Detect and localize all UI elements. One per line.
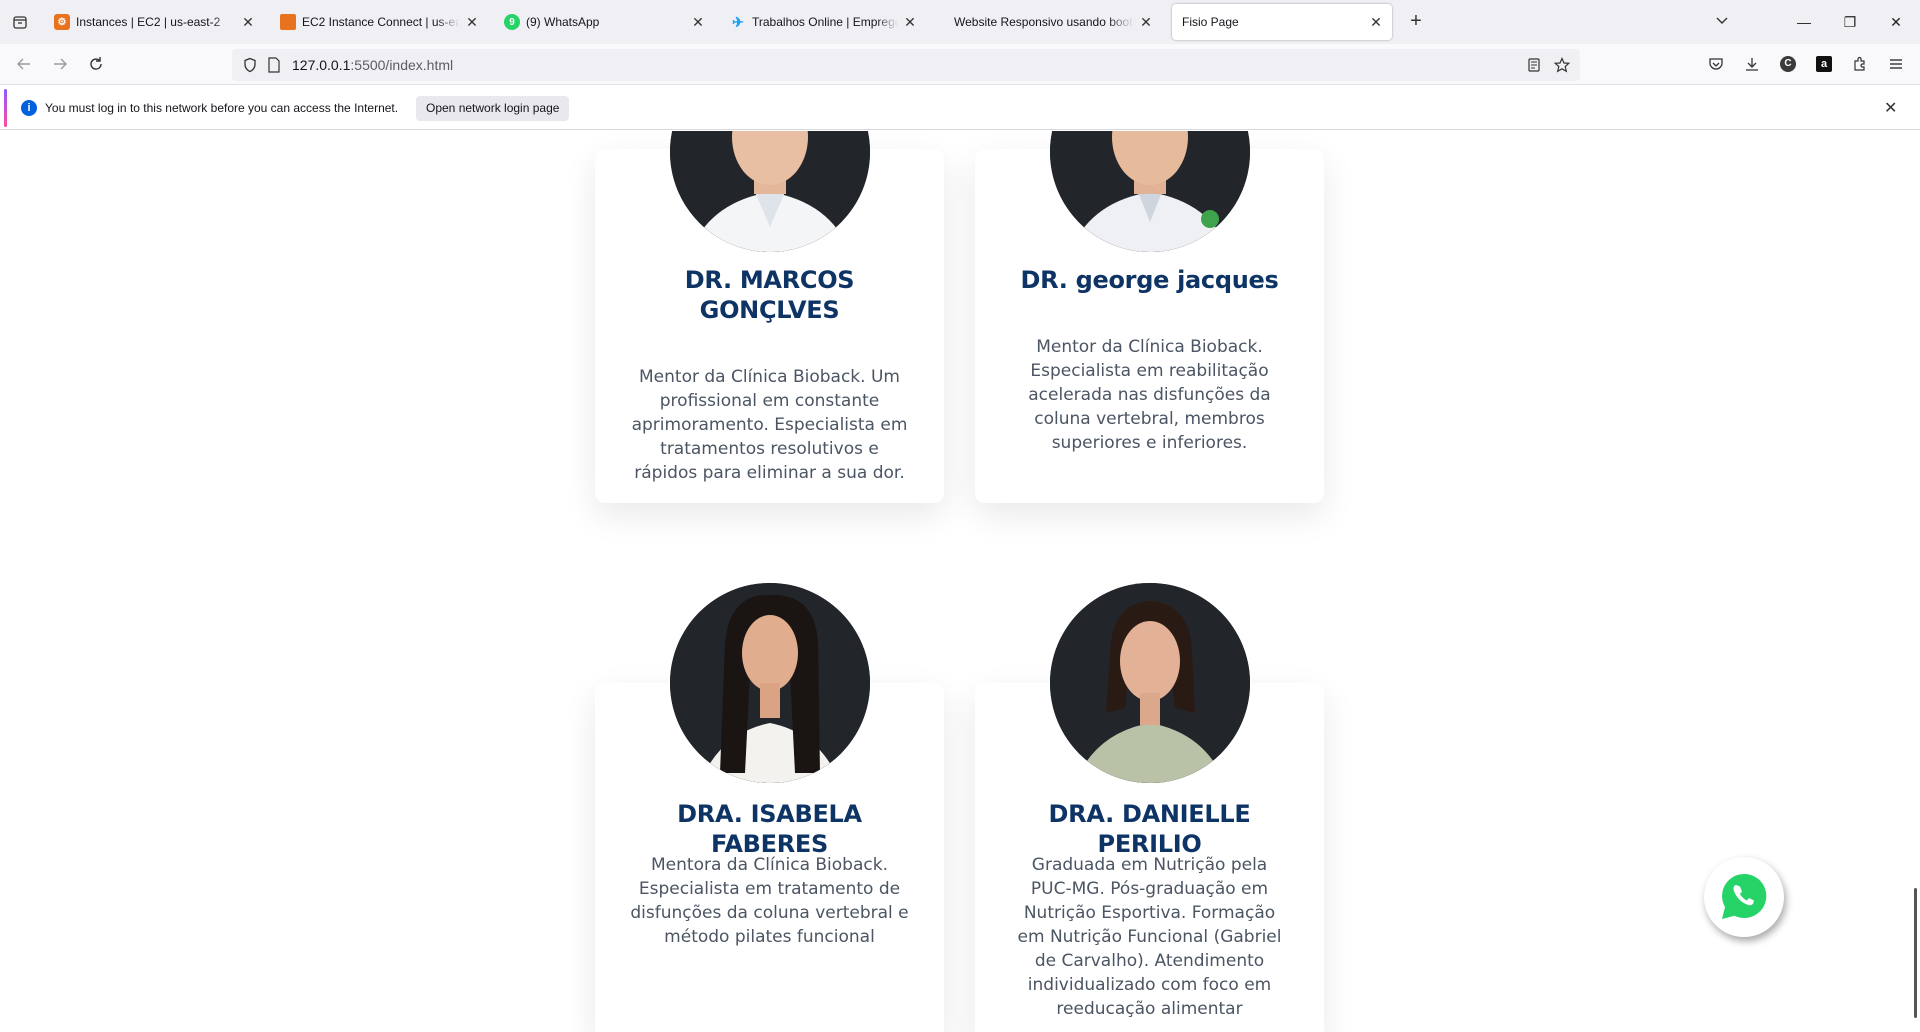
pocket-icon[interactable] [1704, 52, 1728, 76]
captive-portal-notification: i You must log in to this network before… [0, 86, 1920, 130]
tab-title: (9) WhatsApp [526, 15, 600, 29]
back-button[interactable] [12, 52, 36, 76]
tab-title: EC2 Instance Connect | us-east-2 [302, 15, 460, 29]
extensions-icon[interactable] [1848, 52, 1872, 76]
tab-website-responsivo[interactable]: Website Responsivo usando bootstrap ✕ [932, 4, 1162, 40]
notification-accent [4, 89, 7, 127]
doctor-name: DR. george jacques [1020, 266, 1279, 294]
doctor-description: Mentora da Clínica Bioback. Especialista… [630, 855, 909, 947]
tab-title: Website Responsivo usando bootstrap [954, 15, 1134, 29]
open-login-page-button[interactable]: Open network login page [416, 96, 570, 121]
close-notification-icon[interactable]: ✕ [1884, 98, 1897, 118]
new-tab-button[interactable]: + [1404, 10, 1428, 34]
restore-button[interactable]: ❐ [1838, 10, 1862, 34]
whatsapp-icon: 9 [504, 14, 520, 30]
shield-icon[interactable] [238, 53, 262, 77]
tab-title: Instances | EC2 | us-east-2 [76, 15, 221, 29]
doctor-description: Graduada em Nutrição pela PUC-MG. Pós-gr… [1017, 855, 1282, 1019]
close-tab-icon[interactable]: ✕ [1368, 14, 1384, 30]
close-tab-icon[interactable]: ✕ [690, 14, 706, 30]
minimize-button[interactable]: — [1792, 10, 1816, 34]
whatsapp-float-button[interactable] [1704, 857, 1784, 937]
aws-box-icon [280, 14, 296, 30]
whatsapp-icon [1722, 873, 1767, 919]
amazon-extension-icon[interactable]: a [1812, 52, 1836, 76]
reader-view-icon[interactable] [1522, 53, 1546, 77]
forward-button[interactable] [48, 52, 72, 76]
close-tab-icon[interactable]: ✕ [902, 14, 918, 30]
doctor-description: Mentor da Clínica Bioback. Um profission… [631, 367, 908, 483]
tab-ec2-connect[interactable]: EC2 Instance Connect | us-east-2 ✕ [270, 4, 488, 40]
downloads-icon[interactable] [1740, 52, 1764, 76]
page-viewport: DR. MARCOS GONÇLVES Mentor da Clínica Bi… [0, 131, 1920, 1032]
url-text: 127.0.0.1:5500/index.html [292, 57, 453, 73]
tab-title: Fisio Page [1182, 15, 1239, 29]
page-info-icon[interactable] [262, 53, 286, 77]
tab-fisio-page[interactable]: Fisio Page ✕ [1172, 4, 1392, 40]
close-tab-icon[interactable]: ✕ [464, 14, 480, 30]
url-host: 127.0.0.1 [292, 57, 351, 73]
tab-title: Trabalhos Online | Empregos de Freelance… [752, 15, 898, 29]
aws-icon: ⚙ [54, 14, 70, 30]
navigation-toolbar: 127.0.0.1:5500/index.html C a [0, 44, 1920, 85]
tab-ec2-instances[interactable]: ⚙ Instances | EC2 | us-east-2 ✕ [44, 4, 264, 40]
workana-icon: ✈ [732, 13, 744, 30]
tab-whatsapp[interactable]: 9 (9) WhatsApp ✕ [494, 4, 714, 40]
menu-icon[interactable] [1884, 52, 1908, 76]
close-tab-icon[interactable]: ✕ [1138, 14, 1154, 30]
address-bar[interactable]: 127.0.0.1:5500/index.html [232, 49, 1580, 81]
tab-list-chevron-icon[interactable] [1710, 10, 1734, 34]
tab-strip: ⚙ Instances | EC2 | us-east-2 ✕ EC2 Inst… [0, 0, 1920, 44]
doctor-name: DRA. ISABELA FABERES [677, 800, 862, 858]
close-tab-icon[interactable]: ✕ [240, 14, 256, 30]
doctor-photo [1050, 583, 1250, 783]
doctor-name: DRA. DANIELLE PERILIO [1048, 800, 1251, 858]
doctor-description: Mentor da Clínica Bioback. Especialista … [1028, 337, 1271, 453]
close-window-button[interactable]: ✕ [1884, 10, 1908, 34]
bookmark-star-icon[interactable] [1550, 53, 1574, 77]
doctor-name: DR. MARCOS GONÇLVES [684, 266, 855, 324]
scrollbar-thumb[interactable] [1914, 888, 1917, 1018]
reload-button[interactable] [84, 52, 108, 76]
info-icon: i [21, 100, 37, 116]
tab-workana[interactable]: ✈ Trabalhos Online | Empregos de Freelan… [720, 4, 926, 40]
account-icon[interactable]: C [1776, 52, 1800, 76]
notification-message: You must log in to this network before y… [45, 101, 399, 115]
list-all-tabs-icon[interactable] [8, 12, 32, 32]
url-path: :5500/index.html [350, 57, 454, 73]
doctor-photo [670, 583, 870, 783]
